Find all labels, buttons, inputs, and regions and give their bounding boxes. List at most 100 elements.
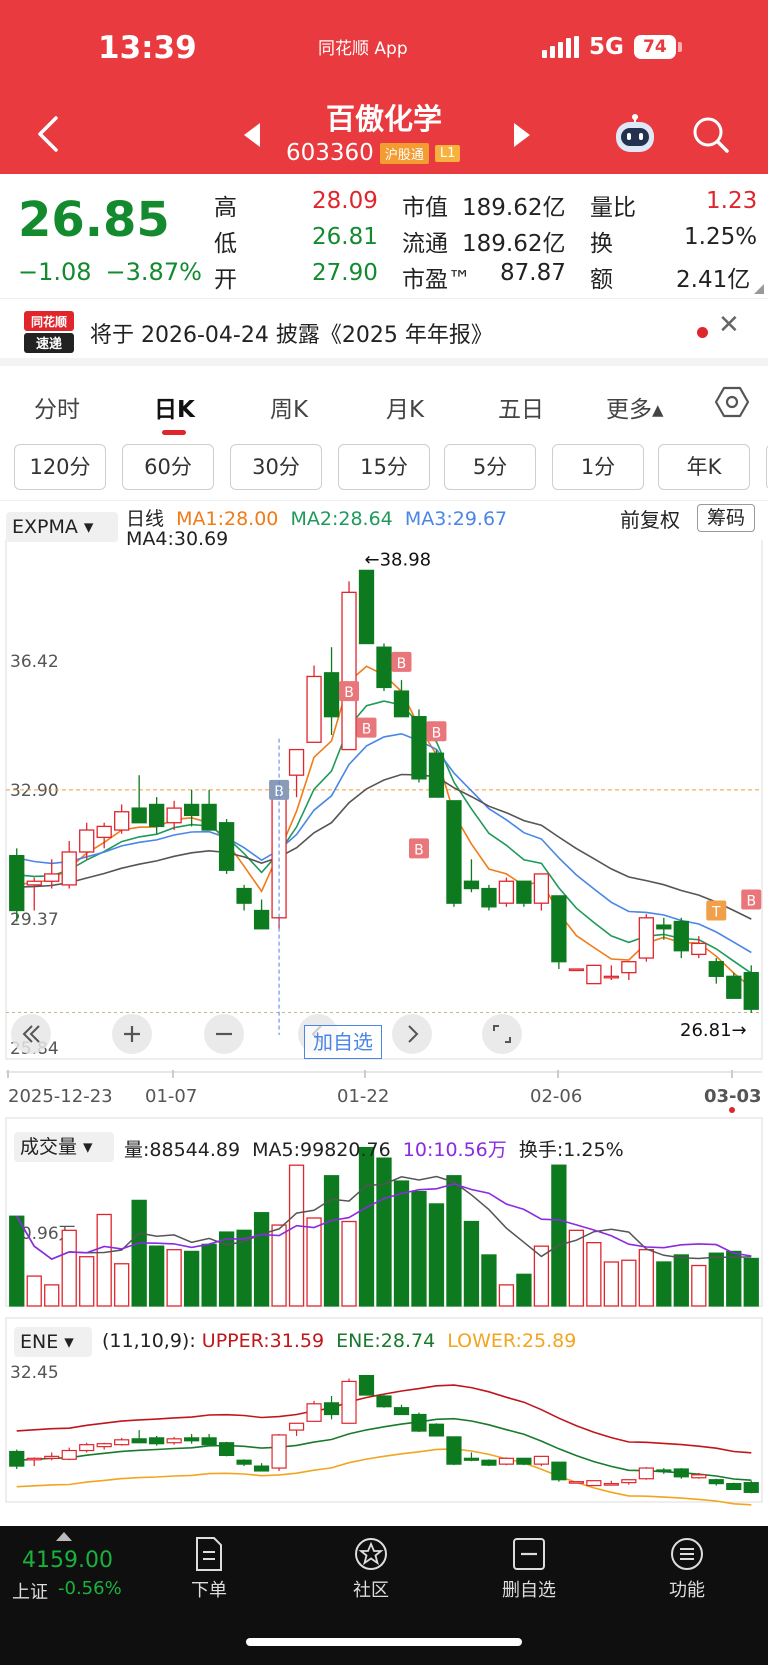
index-change: -0.56% [58,1578,122,1599]
search-icon[interactable] [690,114,730,154]
candle-body [306,675,322,743]
nav-place-order[interactable]: 下单 [164,1536,254,1602]
close-icon[interactable]: ✕ [718,310,740,340]
volume-bar [691,1264,707,1307]
candle-body [621,961,637,974]
nav-functions[interactable]: 功能 [642,1536,732,1602]
scroll-right-icon[interactable] [392,1014,432,1054]
volume-legend: 量:88544.89 MA5:99820.76 10:10.56万 换手:1.2… [124,1135,624,1162]
order-doc-icon [196,1537,222,1571]
ene-candle-body [621,1479,637,1484]
ene-candle-body [306,1403,322,1422]
turnover-rate: 换手:1.25% [518,1139,624,1161]
ene-candle-body [253,1465,270,1472]
settings-hex-icon[interactable] [714,384,750,420]
adjust-mode[interactable]: 前复权 [620,504,680,533]
ene-candle-body [44,1455,60,1459]
turnover-value: 1.25% [684,224,758,250]
menu-circle-icon [671,1538,703,1570]
volume-ratio-value: 1.23 [706,188,758,214]
indicator-select-expma[interactable]: EXPMA ▾ [6,512,118,542]
nav-community[interactable]: 社区 [326,1536,416,1602]
ene-candle-body [114,1439,130,1446]
nav-label-community: 社区 [353,1580,389,1601]
candle-body [708,961,724,977]
tab-weekly-k[interactable]: 周K [270,390,308,424]
candle-body [96,825,112,839]
candle-body [411,716,427,780]
notice-banner[interactable]: 同花顺 速递 将于 2026-04-24 披露《2025 年年报》 [0,298,768,366]
candle-body [166,807,182,824]
volume-bar [621,1259,637,1307]
volume-bar [166,1249,182,1307]
notice-logo-line1: 同花顺 [31,314,67,329]
buy-signal-label: B [746,894,756,910]
volume-ma10: 10:10.56万 [402,1139,507,1161]
volume-bar [271,1224,287,1307]
app-header: 13:39 同花顺 App 5G 74 百傲化学 603360 沪股通 L1 [0,0,768,174]
zoom-out-icon[interactable] [204,1014,244,1054]
chip-distribution-button[interactable]: 筹码 [697,504,756,532]
collapse-left-icon[interactable] [8,1014,54,1054]
tab-intraday[interactable]: 分时 [34,390,80,424]
zoom-in-icon[interactable] [112,1014,152,1054]
candle-body [533,873,550,904]
remove-square-icon [513,1538,545,1570]
candle-body [743,972,759,1010]
volume-bar [358,1146,375,1307]
period-yearly-k[interactable]: 年K [658,444,750,490]
home-indicator[interactable] [246,1638,522,1646]
ene-mid: ENE:28.74 [336,1330,436,1352]
fullscreen-icon[interactable] [482,1014,522,1054]
volume-bar [603,1261,619,1307]
tab-five-day[interactable]: 五日 [498,390,544,424]
next-stock-icon[interactable] [510,120,534,150]
ene-candle-body [288,1422,305,1431]
period-5min[interactable]: 5分 [444,444,536,490]
x-axis-label: 03-03 [704,1086,762,1107]
period-120min[interactable]: 120分 [14,444,106,490]
add-watchlist-button[interactable]: 加自选 [304,1025,382,1059]
active-tab-indicator [162,430,186,435]
nav-remove-watchlist[interactable]: 删自选 [484,1536,574,1602]
volume-bar [446,1175,462,1307]
candle-body [498,880,515,904]
candle-body [201,803,217,831]
candle-body [586,964,602,985]
volume-bar [253,1212,270,1307]
period-60min[interactable]: 60分 [122,444,214,490]
expand-corner-icon[interactable] [754,284,764,294]
ene-legend: (11,10,9): UPPER:31.59 ENE:28.74 LOWER:2… [102,1330,576,1352]
amount-value: 2.41亿 [676,267,751,293]
ene-candle-body [201,1437,217,1446]
ene-candle-body [463,1457,480,1461]
pe-value: 87.87 [500,260,566,286]
candle-body [393,690,410,718]
indicator-select-ene[interactable]: ENE ▾ [14,1327,92,1357]
candle-body [656,924,672,930]
stock-code: 603360 [286,140,374,166]
nav-label-functions: 功能 [669,1580,705,1601]
last-price: 26.85 [18,192,170,248]
ene-candle-body [551,1461,567,1481]
minute-periods: 120分 60分 30分 15分 5分 1分 年K [0,444,768,494]
ma-legend: 日线 MA1:28.00 MA2:28.64 MA3:29.67 [126,504,507,531]
change-percent: −3.87% [105,258,202,286]
robot-assistant-icon[interactable] [612,114,658,154]
volume-bar [533,1245,550,1307]
latest-dot [729,1107,735,1113]
candle-body [551,895,567,963]
tab-daily-k[interactable]: 日K [154,390,195,424]
volume-bar [183,1250,200,1307]
ene-candle-body [498,1457,515,1465]
turnover-label: 换 [590,231,613,257]
community-star-icon [355,1538,387,1570]
tab-monthly-k[interactable]: 月K [386,390,424,424]
period-15min[interactable]: 15分 [338,444,430,490]
index-value[interactable]: 4159.00 [22,1548,113,1573]
period-tabs: 分时 日K 周K 月K 五日 更多▴ [0,378,768,438]
indicator-select-volume[interactable]: 成交量 ▾ [14,1132,114,1162]
period-30min[interactable]: 30分 [230,444,322,490]
period-1min[interactable]: 1分 [552,444,644,490]
tab-more[interactable]: 更多▴ [606,390,664,424]
